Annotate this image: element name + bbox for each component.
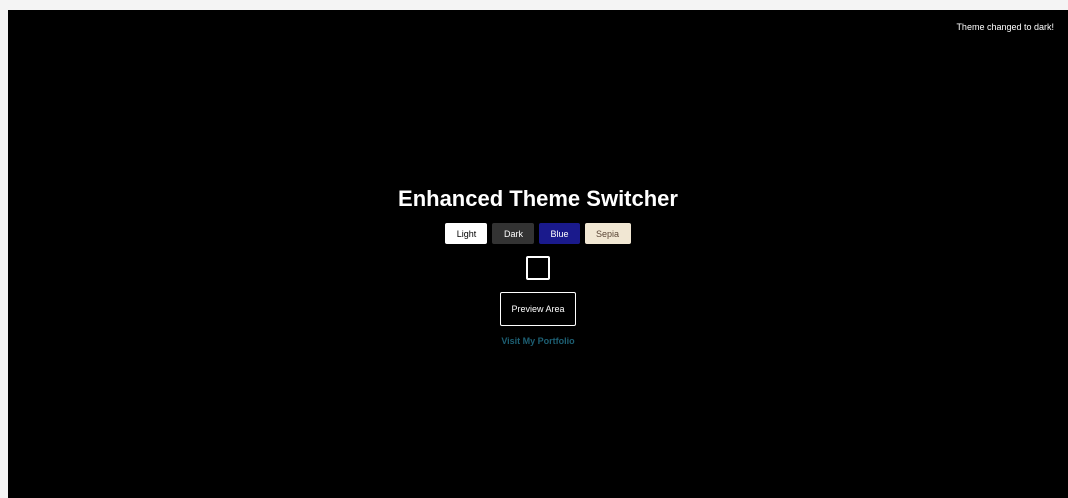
app-viewport: Theme changed to dark! Enhanced Theme Sw… <box>8 10 1068 498</box>
theme-button-group: Light Dark Blue Sepia <box>445 223 631 244</box>
blue-theme-button[interactable]: Blue <box>539 223 580 244</box>
dark-theme-button[interactable]: Dark <box>492 223 535 244</box>
theme-change-notification: Theme changed to dark! <box>956 22 1054 32</box>
sepia-theme-button[interactable]: Sepia <box>584 223 631 244</box>
page-title: Enhanced Theme Switcher <box>398 186 678 211</box>
theme-toggle-checkbox[interactable] <box>526 256 550 280</box>
light-theme-button[interactable]: Light <box>445 223 488 244</box>
preview-area: Preview Area <box>500 292 576 326</box>
portfolio-link[interactable]: Visit My Portfolio <box>501 336 574 346</box>
main-content: Enhanced Theme Switcher Light Dark Blue … <box>8 185 1068 346</box>
